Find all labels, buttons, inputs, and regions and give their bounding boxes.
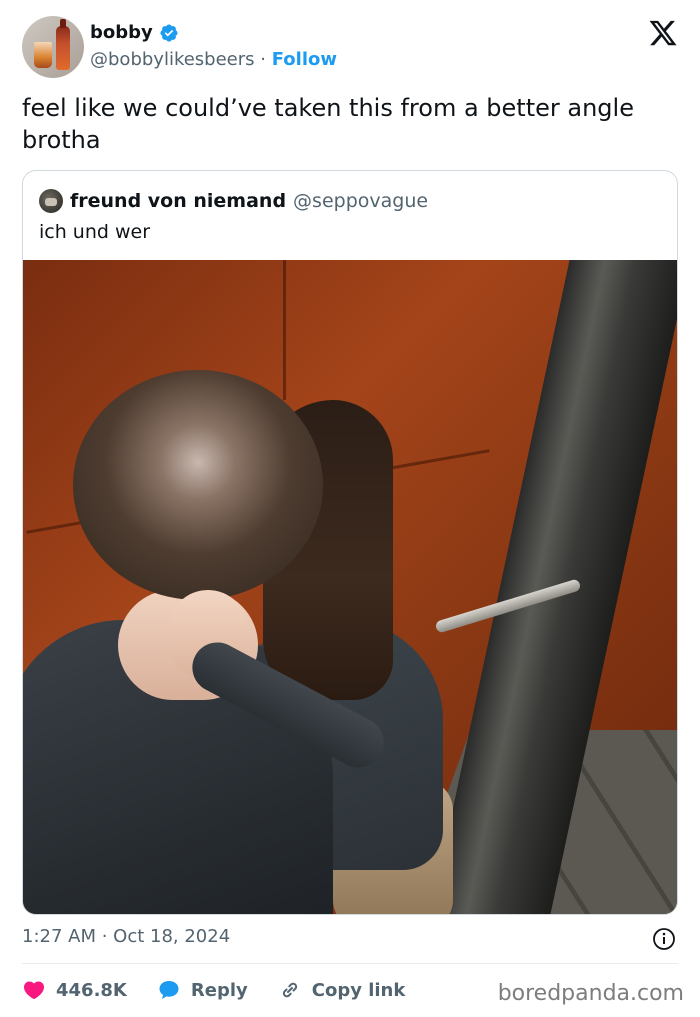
author-name[interactable]: bobby bbox=[90, 22, 153, 43]
watermark: boredpanda.com bbox=[497, 981, 684, 1006]
author-handle-row: @bobbylikesbeers · Follow bbox=[90, 49, 337, 70]
avatar-glass bbox=[34, 42, 52, 68]
separator-dot: · bbox=[260, 49, 266, 70]
avatar-bottle bbox=[56, 19, 70, 70]
action-bar: 446.8K Reply Copy link bbox=[22, 976, 435, 1004]
info-icon[interactable] bbox=[652, 927, 676, 951]
tweet-header: bobby @bobbylikesbeers · Follow bbox=[22, 16, 678, 78]
copy-link-button[interactable]: Copy link bbox=[278, 978, 406, 1002]
heart-icon bbox=[23, 981, 45, 1000]
author-name-row: bobby bbox=[90, 22, 179, 43]
copy-link-label: Copy link bbox=[311, 979, 406, 1001]
link-icon bbox=[282, 982, 297, 998]
quoted-tweet-text: ich und wer bbox=[39, 221, 151, 243]
x-logo-icon[interactable] bbox=[648, 18, 678, 48]
quoted-author-handle[interactable]: @seppovague bbox=[293, 190, 428, 212]
quoted-tweet-photo[interactable] bbox=[23, 260, 677, 914]
like-count: 446.8K bbox=[56, 979, 127, 1001]
quoted-tweet[interactable]: freund von niemand @seppovague ich und w… bbox=[22, 170, 678, 915]
tweet-timestamp[interactable]: 1:27 AM · Oct 18, 2024 bbox=[22, 926, 230, 947]
quoted-author-avatar[interactable] bbox=[39, 189, 63, 213]
author-avatar[interactable] bbox=[22, 16, 84, 78]
reply-label: Reply bbox=[190, 979, 248, 1001]
action-divider bbox=[22, 963, 678, 964]
wall-panel-seam bbox=[283, 260, 286, 400]
reply-bubble-icon bbox=[159, 981, 179, 999]
like-button[interactable]: 446.8K bbox=[22, 978, 127, 1002]
photo-man-head bbox=[73, 370, 323, 600]
tweet-text: feel like we could’ve taken this from a … bbox=[22, 94, 634, 154]
reply-button[interactable]: Reply bbox=[157, 978, 248, 1002]
verified-badge-icon bbox=[160, 23, 178, 42]
follow-button[interactable]: Follow bbox=[272, 49, 337, 70]
quoted-author-name[interactable]: freund von niemand bbox=[70, 190, 286, 212]
author-handle[interactable]: @bobbylikesbeers bbox=[90, 49, 255, 70]
quoted-tweet-header: freund von niemand @seppovague bbox=[39, 189, 428, 213]
